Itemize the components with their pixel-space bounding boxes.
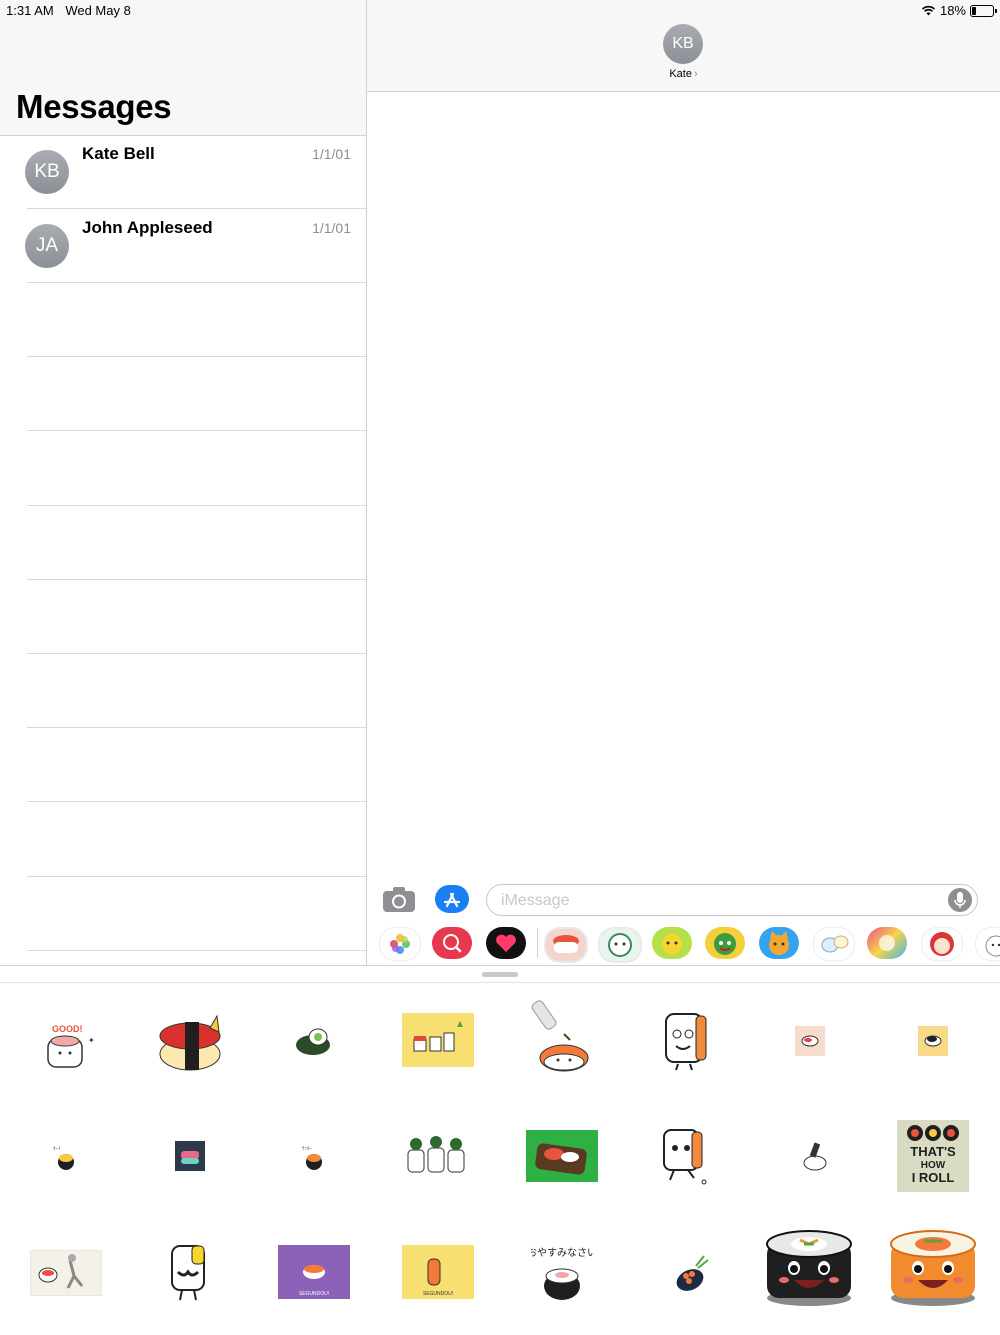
drawer-grabber[interactable] (482, 972, 518, 977)
microphone-icon (954, 892, 966, 908)
divider (27, 505, 366, 506)
battery-percent: 18% (939, 3, 966, 18)
small-sushi-sticker[interactable] (795, 1026, 825, 1056)
app-store-icon (443, 892, 461, 908)
soy-sauce-sushi-sticker[interactable] (528, 996, 592, 1076)
chevron-right-icon: › (693, 68, 698, 80)
divider (27, 208, 366, 209)
oyasumi-sushi-sticker[interactable]: おやすみなさい (531, 1246, 593, 1302)
yellow-character-sticker-app-icon[interactable] (652, 927, 692, 959)
roe-sushi-sticker[interactable] (670, 1250, 712, 1296)
app-store-button[interactable] (435, 885, 469, 913)
mustache-sushi-sticker[interactable] (166, 1242, 212, 1304)
dark-sushi-sticker[interactable] (175, 1141, 205, 1171)
sticker-text: ｻｯｶｰ (302, 1146, 313, 1152)
microphone-button[interactable] (948, 888, 972, 912)
sticker-text: THAT'S (910, 1144, 956, 1159)
divider (27, 430, 366, 431)
message-field[interactable] (486, 884, 978, 916)
conversation-row-john-appleseed[interactable]: JA John Appleseed 1/1/01 (0, 210, 366, 284)
sticker-text: GOOD! (52, 1024, 83, 1034)
sticker-text: SEGUNDOU! (299, 1291, 329, 1297)
conversation-name: John Appleseed (82, 218, 213, 237)
cat-white-sticker-app-icon[interactable] (975, 927, 1000, 961)
watermelon-sticker-app-icon[interactable] (705, 927, 745, 959)
sushi-pen-sticker[interactable] (800, 1141, 830, 1173)
sparkle-icon: ✦ (88, 1036, 95, 1045)
sticker-text: I ROLL (912, 1170, 955, 1185)
sticker-text: SEGUNDOU! (423, 1291, 453, 1297)
sushi-running-sticker[interactable] (30, 1250, 102, 1296)
divider (27, 356, 366, 357)
photos-app-icon[interactable] (379, 927, 421, 961)
status-time: 1:31 AM (6, 3, 54, 18)
divider (537, 928, 538, 958)
sidebar-header: Messages (0, 0, 366, 136)
purple-sushi-sticker[interactable]: SEGUNDOU! (278, 1245, 350, 1299)
battery-fill (972, 6, 976, 15)
sushi-walking-sticker[interactable] (660, 1124, 708, 1186)
conversation-row-kate-bell[interactable]: KB Kate Bell 1/1/01 (0, 136, 366, 210)
sushi-face-sticker[interactable] (660, 1006, 712, 1072)
divider (27, 653, 366, 654)
message-input[interactable] (499, 889, 933, 913)
sticker-text: おやすみなさい (531, 1247, 593, 1259)
thats-how-i-roll-sticker[interactable]: THAT'S HOW I ROLL (897, 1120, 969, 1192)
contact-avatar[interactable]: KB (663, 24, 703, 64)
divider (27, 876, 366, 877)
maki-sticker[interactable] (294, 1024, 336, 1060)
conversation-date: 1/1/01 (312, 146, 351, 162)
salmon-maki-face-sticker[interactable] (888, 1228, 978, 1308)
divider (0, 982, 1000, 983)
status-bar: 1:31 AM Wed May 8 18% (0, 0, 1000, 20)
page-title: Messages (16, 88, 172, 125)
red-hood-sticker-app-icon[interactable] (921, 927, 963, 961)
bird-sticker-app-icon[interactable] (813, 927, 855, 961)
image-search-app-icon[interactable] (432, 927, 472, 959)
divider (27, 727, 366, 728)
status-date: Wed May 8 (65, 3, 131, 18)
small-sushi-3-sticker[interactable]: ｵｰｲ (52, 1144, 80, 1172)
sushi-trio-sticker[interactable] (404, 1132, 468, 1178)
sticker-text: ｵｰｲ (53, 1146, 61, 1152)
small-sushi-4-sticker[interactable]: ｻｯｶｰ (300, 1144, 328, 1172)
conversation-list-panel: Messages KB Kate Bell 1/1/01 JA John App… (0, 0, 367, 965)
sushi-good-sticker[interactable]: GOOD! ✦ (42, 1021, 98, 1071)
divider (27, 950, 366, 951)
wifi-icon (921, 5, 936, 16)
carrot-sushi-sticker[interactable]: SEGUNDOU! (402, 1245, 474, 1299)
sushi-sticker-app-icon[interactable] (544, 927, 588, 963)
contact-name-button[interactable]: Kate › (367, 68, 1000, 80)
sushi-friends-sticker[interactable] (402, 1013, 474, 1067)
avatar: JA (25, 224, 69, 268)
maki-face-sticker[interactable] (764, 1228, 854, 1308)
divider (27, 579, 366, 580)
message-input-bar (367, 878, 1000, 922)
conversation-date: 1/1/01 (312, 220, 351, 236)
divider (27, 801, 366, 802)
imessage-app-strip (367, 922, 1000, 965)
green-character-sticker-app-icon[interactable] (598, 927, 642, 963)
digital-touch-app-icon[interactable] (486, 927, 526, 959)
camera-icon[interactable] (382, 885, 416, 913)
contact-name: Kate (669, 68, 692, 80)
bento-sticker[interactable] (526, 1130, 598, 1182)
battery-icon (970, 4, 997, 17)
sticker-drawer: GOOD! ✦ ｵｰｲ ｻｯｶｰ THAT'S HOW I ROLL SEGUN… (0, 965, 1000, 1335)
cat-sushi-sticker[interactable] (155, 1010, 225, 1074)
cat-sticker-app-icon[interactable] (759, 927, 799, 959)
small-sushi-sticker-2[interactable] (918, 1026, 948, 1056)
colorful-sticker-app-icon[interactable] (867, 927, 907, 959)
conversation-name: Kate Bell (82, 144, 155, 163)
avatar: KB (25, 150, 69, 194)
divider (27, 282, 366, 283)
